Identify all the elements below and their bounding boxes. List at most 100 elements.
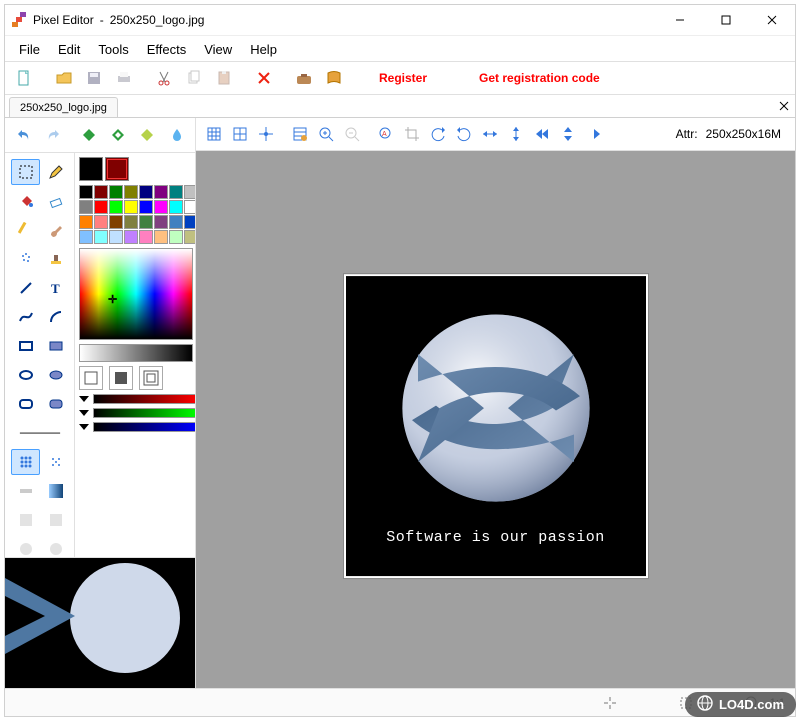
- flip-v-button[interactable]: [504, 122, 528, 146]
- layer1-icon[interactable]: [77, 122, 102, 148]
- grid-center-button[interactable]: [228, 122, 252, 146]
- tool-pencil[interactable]: [41, 159, 70, 185]
- swatch[interactable]: [139, 215, 153, 229]
- cut-button[interactable]: [151, 65, 177, 91]
- tool-misc-a[interactable]: [11, 507, 40, 533]
- blue-slider[interactable]: [79, 422, 196, 432]
- menu-effects[interactable]: Effects: [139, 40, 195, 59]
- minimize-button[interactable]: [657, 5, 703, 35]
- menu-edit[interactable]: Edit: [50, 40, 88, 59]
- grid-settings-button[interactable]: [288, 122, 312, 146]
- tool-ellipse[interactable]: [11, 362, 40, 388]
- swatch[interactable]: [184, 215, 196, 229]
- swatch[interactable]: [79, 185, 93, 199]
- swatch[interactable]: [94, 230, 108, 244]
- tool-rect-filled[interactable]: [41, 333, 70, 359]
- canvas-viewport[interactable]: Software is our passion: [196, 151, 795, 688]
- delete-button[interactable]: [251, 65, 277, 91]
- grid-button[interactable]: [202, 122, 226, 146]
- hue-picker[interactable]: ✛: [79, 248, 193, 340]
- swatch[interactable]: [124, 215, 138, 229]
- swatch[interactable]: [154, 230, 168, 244]
- swatch[interactable]: [124, 185, 138, 199]
- swatch[interactable]: [94, 185, 108, 199]
- menu-view[interactable]: View: [196, 40, 240, 59]
- swatch[interactable]: [94, 215, 108, 229]
- tab-file[interactable]: 250x250_logo.jpg: [9, 97, 118, 117]
- swatch[interactable]: [94, 200, 108, 214]
- zoom-out-button[interactable]: [340, 122, 364, 146]
- toolbox-button[interactable]: [291, 65, 317, 91]
- redo-button[interactable]: [40, 122, 65, 148]
- tool-curve[interactable]: [11, 304, 40, 330]
- swatch[interactable]: [139, 185, 153, 199]
- tool-misc-b[interactable]: [41, 507, 70, 533]
- new-file-button[interactable]: [11, 65, 37, 91]
- tool-ellipse-filled[interactable]: [41, 362, 70, 388]
- rotate-right-button[interactable]: [452, 122, 476, 146]
- fill-none-option[interactable]: [79, 366, 103, 390]
- tool-roundrect-filled[interactable]: [41, 391, 70, 417]
- tool-eraser[interactable]: [41, 188, 70, 214]
- tool-text[interactable]: T: [41, 275, 70, 301]
- register-link[interactable]: Register: [379, 71, 427, 85]
- nudge-left-button[interactable]: [530, 122, 554, 146]
- lightness-slider[interactable]: [79, 344, 193, 362]
- swatch[interactable]: [109, 200, 123, 214]
- fill-border-option[interactable]: [139, 366, 163, 390]
- copy-button[interactable]: [181, 65, 207, 91]
- background-color[interactable]: [105, 157, 129, 181]
- swatch[interactable]: [139, 200, 153, 214]
- layer3-icon[interactable]: [135, 122, 160, 148]
- tool-line[interactable]: [11, 275, 40, 301]
- tool-rect[interactable]: [11, 333, 40, 359]
- swatch[interactable]: [79, 215, 93, 229]
- swatch[interactable]: [184, 230, 196, 244]
- menu-file[interactable]: File: [11, 40, 48, 59]
- tool-spray[interactable]: [11, 246, 40, 272]
- paste-button[interactable]: [211, 65, 237, 91]
- tool-arc[interactable]: [41, 304, 70, 330]
- undo-button[interactable]: [11, 122, 36, 148]
- menu-help[interactable]: Help: [242, 40, 285, 59]
- swatch[interactable]: [139, 230, 153, 244]
- swatch[interactable]: [169, 200, 183, 214]
- tool-stamp[interactable]: [41, 246, 70, 272]
- tool-bucket[interactable]: [11, 188, 40, 214]
- maximize-button[interactable]: [703, 5, 749, 35]
- tool-pencil2[interactable]: [11, 217, 40, 243]
- zoom-actual-button[interactable]: A: [374, 122, 398, 146]
- close-button[interactable]: [749, 5, 795, 35]
- swatch[interactable]: [154, 215, 168, 229]
- red-slider[interactable]: [79, 394, 196, 404]
- swatch[interactable]: [184, 200, 196, 214]
- open-file-button[interactable]: [51, 65, 77, 91]
- nudge-updown-button[interactable]: [556, 122, 580, 146]
- nudge-right-button[interactable]: [582, 122, 606, 146]
- tool-gradient-a[interactable]: [11, 478, 40, 504]
- rotate-left-button[interactable]: [426, 122, 450, 146]
- flip-h-button[interactable]: [478, 122, 502, 146]
- swatch[interactable]: [169, 185, 183, 199]
- swatch[interactable]: [154, 200, 168, 214]
- layer2-icon[interactable]: [106, 122, 131, 148]
- swatch[interactable]: [109, 230, 123, 244]
- print-button[interactable]: [111, 65, 137, 91]
- green-slider[interactable]: [79, 408, 196, 418]
- save-file-button[interactable]: [81, 65, 107, 91]
- tool-brush[interactable]: [41, 217, 70, 243]
- swatch[interactable]: [124, 230, 138, 244]
- crop-button[interactable]: [400, 122, 424, 146]
- tool-pattern-b[interactable]: [41, 449, 70, 475]
- menu-tools[interactable]: Tools: [90, 40, 136, 59]
- color-swatches[interactable]: [79, 185, 196, 244]
- tool-pattern-a[interactable]: [11, 449, 40, 475]
- swatch[interactable]: [109, 185, 123, 199]
- tool-select-rect[interactable]: [11, 159, 40, 185]
- swatch[interactable]: [79, 200, 93, 214]
- registration-code-link[interactable]: Get registration code: [479, 71, 600, 85]
- droplet-icon[interactable]: [164, 122, 189, 148]
- swatch[interactable]: [169, 230, 183, 244]
- swatch[interactable]: [124, 200, 138, 214]
- foreground-color[interactable]: [79, 157, 103, 181]
